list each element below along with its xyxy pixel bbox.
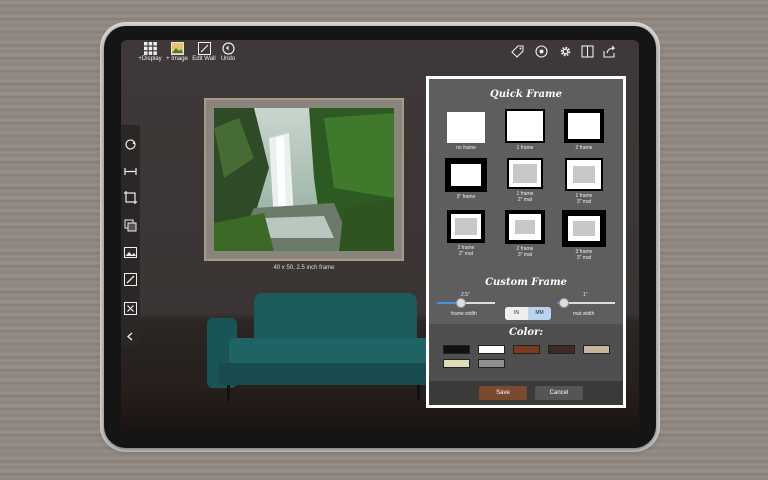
frame-option-2-frame-2in-mat[interactable]: 2 frame 2" mat bbox=[443, 210, 489, 257]
save-button[interactable]: Save bbox=[479, 386, 527, 400]
frame-option-3in-frame[interactable]: 3" frame bbox=[443, 158, 489, 200]
color-swatch[interactable] bbox=[443, 359, 470, 368]
edit-wall-button[interactable]: Edit Wall bbox=[191, 42, 217, 63]
waterfall-photo bbox=[214, 108, 394, 251]
grid-icon bbox=[143, 42, 157, 55]
frame-option-no-frame[interactable]: no frame bbox=[443, 112, 489, 151]
image-icon bbox=[170, 42, 184, 55]
frame-option-label: 3" frame bbox=[456, 194, 476, 200]
color-swatch[interactable] bbox=[583, 345, 610, 354]
crop-icon[interactable] bbox=[124, 191, 137, 204]
sofa-furniture bbox=[207, 293, 442, 401]
gear-icon[interactable] bbox=[559, 45, 572, 58]
custom-frame-title: Custom Frame bbox=[485, 277, 567, 288]
app-screen: +Display + Image Edit Wall Undo 40 x 50,… bbox=[121, 40, 639, 430]
artwork-caption: 40 x 50, 2.5 inch frame bbox=[273, 265, 335, 271]
frame-option-label: 1 frame bbox=[516, 145, 534, 151]
slider-knob[interactable] bbox=[456, 298, 466, 308]
undo-button[interactable]: Undo bbox=[218, 42, 238, 63]
add-image-button[interactable]: + Image bbox=[165, 42, 189, 63]
add-display-button[interactable]: +Display bbox=[137, 42, 163, 63]
left-toolbar bbox=[121, 125, 140, 345]
frame-option-sublabel: 2" mat bbox=[458, 251, 474, 257]
waterfall-illustration bbox=[214, 108, 394, 251]
frame-option-sublabel: 3" mat bbox=[517, 252, 533, 258]
color-title: Color: bbox=[508, 327, 544, 338]
frame-width-label: frame width bbox=[451, 311, 477, 317]
frame-option-label: 2 frame bbox=[575, 145, 593, 151]
unit-toggle[interactable]: IN MM bbox=[505, 307, 551, 320]
frame-width-slider[interactable] bbox=[437, 298, 495, 308]
action-bar: Save Cancel bbox=[429, 381, 623, 405]
mat-width-label: mat width bbox=[573, 311, 595, 317]
frame-settings-panel: Quick Frame no frame 1 frame 2 frame 3" … bbox=[426, 76, 626, 408]
rotate-icon[interactable] bbox=[124, 138, 137, 151]
color-swatch[interactable] bbox=[548, 345, 575, 354]
quick-frame-title: Quick Frame bbox=[490, 89, 562, 100]
frame-option-sublabel: 3" mat bbox=[576, 255, 592, 261]
resize-width-icon[interactable] bbox=[124, 165, 137, 178]
color-swatch[interactable] bbox=[513, 345, 540, 354]
edit-wall-label: Edit Wall bbox=[192, 56, 216, 62]
color-swatch[interactable] bbox=[478, 359, 505, 368]
undo-label: Undo bbox=[220, 56, 236, 62]
frame-option-2-frame-3in-mat[interactable]: 2 frame 3" mat bbox=[502, 210, 548, 258]
frame-option-sublabel: 3" mat bbox=[576, 199, 592, 205]
layers-icon[interactable] bbox=[124, 219, 137, 232]
edit-wall-icon bbox=[197, 42, 211, 55]
help-icon[interactable] bbox=[535, 45, 548, 58]
frame-option-1-frame[interactable]: 1 frame bbox=[502, 109, 548, 151]
collapse-chevron-icon[interactable] bbox=[124, 330, 137, 343]
share-icon[interactable] bbox=[603, 45, 616, 58]
frame-option-3-frame-3in-mat[interactable]: 3 frame 3" mat bbox=[561, 210, 607, 261]
unit-in-option[interactable]: IN bbox=[505, 307, 528, 320]
frame-option-2-frame[interactable]: 2 frame bbox=[561, 109, 607, 151]
unit-mm-option[interactable]: MM bbox=[528, 307, 551, 320]
add-image-label: + Image bbox=[166, 56, 188, 62]
slider-knob[interactable] bbox=[559, 298, 569, 308]
top-toolbar: +Display + Image Edit Wall Undo bbox=[121, 40, 639, 66]
edit-pencil-icon[interactable] bbox=[124, 273, 137, 286]
book-icon[interactable] bbox=[581, 45, 594, 58]
cancel-button[interactable]: Cancel bbox=[535, 386, 583, 400]
undo-icon bbox=[221, 42, 235, 55]
close-icon[interactable] bbox=[124, 302, 137, 315]
color-swatch[interactable] bbox=[443, 345, 470, 354]
frame-option-1-frame-3in-mat[interactable]: 1 frame 3" mat bbox=[561, 158, 607, 205]
tag-icon[interactable] bbox=[511, 45, 524, 58]
color-swatch[interactable] bbox=[478, 345, 505, 354]
frame-option-1-frame-2in-mat[interactable]: 1 frame 2" mat bbox=[502, 158, 548, 203]
framed-artwork[interactable] bbox=[204, 98, 404, 261]
frame-option-label: no frame bbox=[456, 145, 476, 151]
frame-option-sublabel: 2" mat bbox=[517, 197, 533, 203]
color-section: Color: bbox=[429, 324, 623, 381]
add-display-label: +Display bbox=[138, 56, 162, 62]
mat-width-slider[interactable] bbox=[557, 298, 615, 308]
image-icon[interactable] bbox=[124, 246, 137, 259]
